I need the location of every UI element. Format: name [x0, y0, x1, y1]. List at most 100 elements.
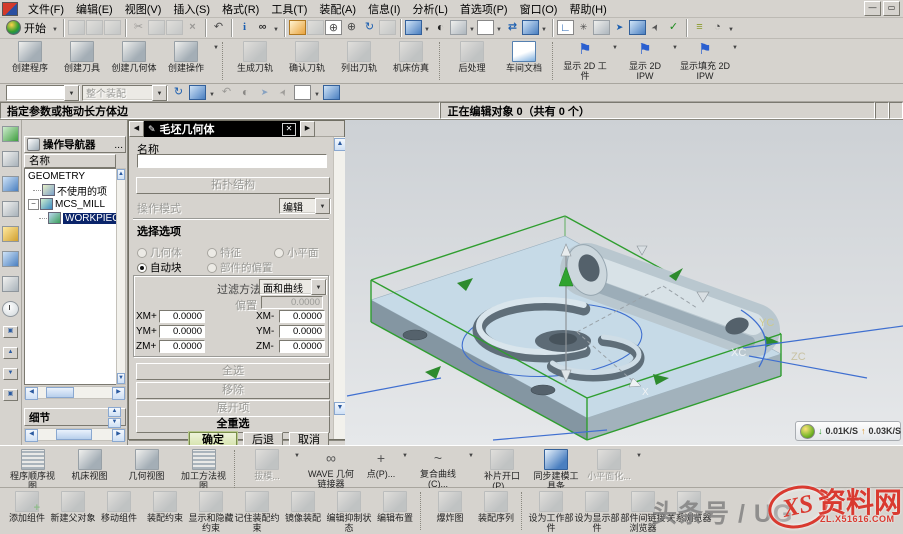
show-filled-2d-ipw-dropdown[interactable] — [731, 40, 739, 52]
zm-plus-input[interactable] — [159, 340, 205, 353]
fit-window-icon[interactable] — [289, 20, 306, 35]
details-section-header[interactable]: 细节 ▲ ▼ — [24, 408, 126, 426]
resource-pin-button[interactable]: ▣ — [3, 389, 18, 401]
machining-method-view-button[interactable]: 加工方法视图 — [175, 448, 232, 492]
name-input[interactable] — [137, 154, 327, 168]
menu-file[interactable]: 文件(F) — [22, 0, 70, 18]
geometry-view-button[interactable]: 几何视图 — [118, 448, 175, 481]
dialog-close-icon[interactable]: ✕ — [282, 123, 296, 136]
reselect-all-button[interactable]: 全重选 — [136, 416, 330, 433]
shaded-dropdown[interactable] — [423, 22, 431, 34]
radio-feature[interactable]: 特征 — [207, 245, 241, 260]
find-dropdown[interactable] — [272, 22, 280, 34]
history-icon[interactable] — [2, 301, 19, 317]
pan-view-icon[interactable] — [379, 20, 396, 35]
zoom-in-out-icon[interactable] — [343, 20, 360, 36]
set-display-part-button[interactable]: 设为显示部件 — [574, 490, 620, 534]
integrated-simulation-icon[interactable] — [2, 276, 19, 292]
create-operation-button[interactable]: 创建操作 — [160, 40, 212, 73]
faceting-button[interactable]: 小平面化... — [583, 448, 635, 481]
navigator-more[interactable]: ... — [114, 139, 123, 151]
draft-button[interactable]: 拔模... — [241, 448, 293, 481]
type-filter-dropdown[interactable] — [64, 85, 79, 101]
cursor-select-icon[interactable] — [275, 85, 292, 101]
confirm-icon[interactable] — [665, 20, 682, 36]
expand-item-button[interactable]: 展开项 — [136, 400, 330, 417]
copy-icon[interactable] — [148, 20, 165, 35]
select-all-button[interactable]: 全选 — [136, 363, 330, 380]
vector-select-icon[interactable] — [256, 85, 273, 101]
show-2d-workpiece-dropdown[interactable] — [611, 40, 619, 52]
patch-opening-button[interactable]: 补片开口(P)... — [475, 448, 529, 492]
tree-scroll-up[interactable]: ▲ — [117, 169, 125, 180]
show-filled-2d-ipw-button[interactable]: 显示填充 2D IPW — [679, 40, 731, 82]
dialog-back-arrow[interactable]: ◀ — [129, 121, 144, 137]
show-hide-icon[interactable] — [504, 20, 521, 36]
resource-up-button[interactable]: ▲ — [3, 347, 18, 359]
offset-input[interactable] — [261, 296, 323, 309]
details-horizontal-scrollbar[interactable]: ◀ ▶ — [24, 428, 126, 441]
radio-geometry[interactable]: 几何体 — [137, 245, 182, 260]
select-window-dropdown[interactable] — [208, 87, 216, 99]
find-icon[interactable] — [254, 20, 271, 36]
show-hide-constraints-button[interactable]: 显示和隐藏约束 — [188, 490, 234, 534]
details-expand-down[interactable]: ▼ — [108, 418, 121, 428]
cut-icon[interactable] — [130, 20, 147, 36]
operation-navigator-icon[interactable] — [2, 226, 19, 242]
ym-plus-input[interactable] — [159, 325, 205, 338]
new-parent-button[interactable]: 新建父对象 — [50, 490, 96, 523]
menu-preferences[interactable]: 首选项(P) — [454, 0, 514, 18]
tree-row-geometry[interactable]: GEOMETRY — [25, 169, 116, 183]
topology-button[interactable]: 拓扑结构 — [136, 177, 330, 194]
xm-plus-input[interactable] — [159, 310, 205, 323]
filter-method-combo[interactable]: 面和曲线 — [259, 279, 327, 295]
section-dropdown[interactable] — [468, 22, 476, 34]
model-canvas[interactable]: YC XC ZC X — [345, 120, 903, 445]
edit-arrangement-button[interactable]: 编辑布置 — [372, 490, 418, 523]
undo-icon[interactable] — [210, 20, 227, 36]
mirror-assembly-button[interactable]: 镜像装配 — [280, 490, 326, 523]
open-icon[interactable] — [86, 20, 103, 35]
select-window-icon[interactable] — [189, 85, 206, 100]
point-dropdown[interactable] — [401, 448, 409, 460]
composite-curve-button[interactable]: ~复合曲线(C)... — [409, 448, 467, 490]
faceting-dropdown[interactable] — [635, 448, 643, 460]
shaded-view-icon[interactable] — [405, 20, 422, 35]
wave-geometry-linker-button[interactable]: ∞WAVE 几何链接器 — [301, 448, 361, 490]
remove-button[interactable]: 移除 — [136, 382, 330, 399]
part-navigator-icon[interactable] — [2, 176, 19, 192]
menu-help[interactable]: 帮助(H) — [563, 0, 612, 18]
network-speed-widget[interactable]: ↓ 0.01K/S ↑ 0.03K/S — [795, 421, 901, 441]
measure-distance-icon[interactable] — [691, 20, 708, 36]
details-scroll-thumb[interactable] — [56, 429, 92, 440]
navigator-header[interactable]: 操作导航器 ... — [24, 136, 126, 153]
assembly-navigator-icon[interactable] — [2, 126, 19, 142]
generate-toolpath-button[interactable]: 生成刀轨 — [229, 40, 281, 73]
move-component-button[interactable]: 移动组件 — [96, 490, 142, 523]
vector-icon[interactable] — [611, 20, 628, 36]
draft-dropdown[interactable] — [293, 448, 301, 460]
tree-row-unused[interactable]: 不使用的项 — [25, 183, 116, 197]
selection-cursor-icon[interactable] — [647, 20, 664, 36]
measure-angle-icon[interactable] — [709, 20, 726, 36]
shop-doc-button[interactable]: 车间文档 — [498, 40, 550, 73]
render-style-icon[interactable] — [432, 20, 449, 36]
filter-method-dropdown[interactable] — [311, 279, 326, 295]
exploded-view-button[interactable]: 爆炸图 — [427, 490, 473, 523]
tree-horizontal-scrollbar[interactable]: ◀ ▶ — [24, 386, 126, 399]
create-group-dropdown[interactable] — [212, 40, 220, 52]
menu-tools[interactable]: 工具(T) — [265, 0, 313, 18]
point-button[interactable]: +点(P)... — [361, 448, 401, 479]
restore-view-icon[interactable] — [307, 20, 324, 35]
set-work-part-button[interactable]: 设为工作部件 — [528, 490, 574, 534]
plate-hole-bottom[interactable] — [531, 385, 555, 395]
create-tool-button[interactable]: 创建刀具 — [56, 40, 108, 73]
background-dropdown[interactable] — [495, 22, 503, 34]
tree-scroll-right[interactable]: ▶ — [112, 387, 125, 400]
graphics-viewport[interactable]: YC XC ZC X — [345, 120, 903, 445]
add-component-button[interactable]: 添加组件 — [4, 490, 50, 523]
tree-scroll-thumb[interactable] — [46, 387, 74, 398]
start-dropdown[interactable] — [51, 22, 59, 34]
rectangle-select-icon[interactable] — [294, 85, 311, 100]
menu-information[interactable]: 信息(I) — [362, 0, 406, 18]
